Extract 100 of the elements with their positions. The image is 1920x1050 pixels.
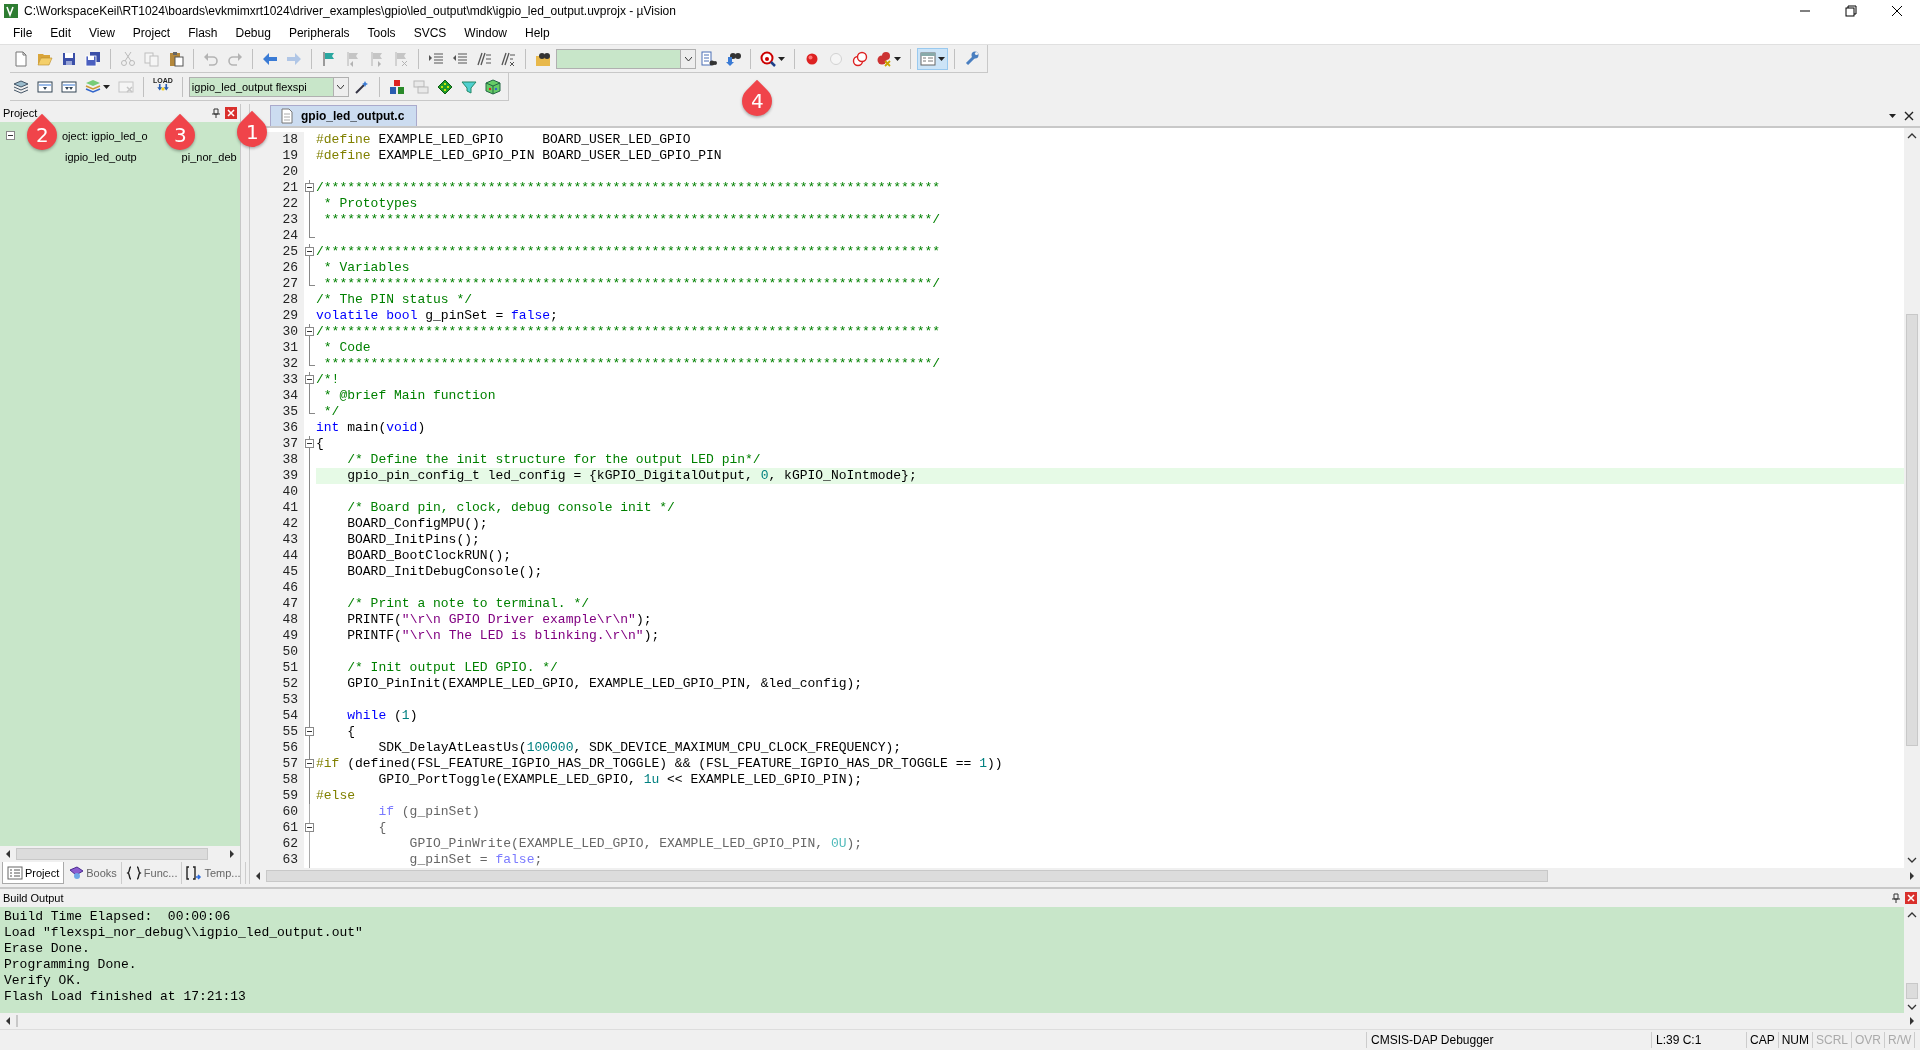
menu-item[interactable]: File xyxy=(4,24,42,42)
line-number: 55 xyxy=(250,724,304,740)
line-number: 45 xyxy=(250,564,304,580)
menu-item[interactable]: Peripherals xyxy=(279,24,359,42)
code-line: /* Board pin, clock, debug console init */ xyxy=(346,500,676,516)
menu-item[interactable]: Flash xyxy=(179,24,227,42)
line-number: 49 xyxy=(250,628,304,644)
line-number: 25 xyxy=(250,244,304,260)
menu-item[interactable]: View xyxy=(80,24,124,42)
code-line: { xyxy=(316,436,325,452)
status-indicator: CAP xyxy=(1747,1032,1779,1048)
status-indicator: OVR xyxy=(1852,1032,1886,1048)
right-arrow-icon xyxy=(286,50,302,67)
close-icon[interactable] xyxy=(1889,3,1905,19)
book-icon xyxy=(68,865,85,881)
redo-icon xyxy=(227,50,243,67)
line-number: 36 xyxy=(250,420,304,436)
line-number: 44 xyxy=(250,548,304,564)
chevron-down-icon xyxy=(684,56,692,61)
list-icon xyxy=(7,864,23,881)
status-indicator: NUM xyxy=(1778,1032,1813,1048)
panel-tab[interactable]: Temp... xyxy=(182,862,246,884)
debug-magnifier-icon xyxy=(760,50,776,67)
collapse-icon[interactable] xyxy=(305,247,314,256)
line-number: 31 xyxy=(250,340,304,356)
output-line: Build Time Elapsed: 00:00:06 xyxy=(4,909,232,925)
comment-lines-icon xyxy=(476,50,492,67)
editor-tab[interactable]: gpio_led_output.c xyxy=(270,105,418,126)
line-number: 56 xyxy=(250,740,304,756)
code-line: { xyxy=(346,724,356,740)
target-dropdown[interactable]: igpio_led_output flexspi xyxy=(188,76,349,97)
document-binoculars-icon xyxy=(701,50,717,67)
code-line: #if (defined(FSL_FEATURE_IGPIO_HAS_DR_TOGGLE) && (FSL_FEATURE_IGPIO_HAS_DR_TOGGLE == 1)) xyxy=(316,756,1004,772)
code-line: * Prototypes xyxy=(322,196,419,212)
collapse-icon[interactable] xyxy=(305,327,314,336)
cursor-position: L:39 C:1 xyxy=(1652,1032,1747,1048)
chevron-down-icon xyxy=(337,84,345,89)
line-number: 48 xyxy=(250,612,304,628)
panel-tab[interactable]: Books xyxy=(64,862,122,884)
code-line: ******************************************************************************/ xyxy=(322,276,942,292)
line-number: 38 xyxy=(250,452,304,468)
menu-item[interactable]: Project xyxy=(123,24,180,42)
window-icon xyxy=(920,50,936,67)
line-number: 20 xyxy=(250,164,304,180)
panel-tab[interactable]: Func... xyxy=(121,862,183,884)
scissors-icon xyxy=(120,50,136,67)
line-number: 46 xyxy=(250,580,304,596)
line-number: 61 xyxy=(250,820,304,836)
collapse-icon[interactable] xyxy=(305,183,314,192)
code-line: if (g_pinSet) xyxy=(377,804,481,820)
unindent-icon xyxy=(452,50,468,67)
flag-icon xyxy=(393,50,409,67)
line-number: 57 xyxy=(250,756,304,772)
code-line: /******************************************************************************* xyxy=(316,180,942,196)
code-line: #define EXAMPLE_LED_GPIO BOARD_USER_LED_GPIO xyxy=(316,132,692,148)
pin-icon[interactable] xyxy=(211,108,221,118)
build-icon xyxy=(37,78,53,95)
menu-item[interactable]: Help xyxy=(516,24,559,42)
circles-icon xyxy=(852,50,868,67)
menu-item[interactable]: Debug xyxy=(226,24,280,42)
menu-item[interactable]: Tools xyxy=(358,24,405,42)
collapse-icon[interactable] xyxy=(6,131,15,140)
collapse-icon[interactable] xyxy=(305,823,314,832)
close-icon[interactable] xyxy=(1904,111,1914,121)
code-line: /******************************************************************************* xyxy=(316,244,942,260)
code-line: BOARD_BootClockRUN(); xyxy=(346,548,513,564)
line-number: 54 xyxy=(250,708,304,724)
indent-icon xyxy=(428,50,444,67)
line-number: 29 xyxy=(250,308,304,324)
tree-item[interactable]: oject: igpio_led_o xyxy=(62,129,148,142)
caret-icon[interactable] xyxy=(1889,114,1896,118)
tree-item[interactable]: igpio_led_outp xyxy=(65,150,137,163)
line-number: 42 xyxy=(250,516,304,532)
pin-icon[interactable] xyxy=(1891,893,1901,903)
status-text: CMSIS-DAP Debugger xyxy=(1367,1032,1652,1048)
stop-build-icon xyxy=(118,78,134,95)
stacked-windows-icon xyxy=(412,78,429,95)
panel-tab[interactable]: Project xyxy=(2,862,65,884)
line-number: 50 xyxy=(250,644,304,660)
funnel-icon xyxy=(460,78,477,95)
restore-icon[interactable] xyxy=(1843,3,1859,19)
wrench-icon xyxy=(964,50,980,67)
save-all-icon xyxy=(85,50,101,67)
code-line: * @brief Main function xyxy=(322,388,497,404)
collapse-icon[interactable] xyxy=(305,727,314,736)
output-line: Load "flexspi_nor_debug\\igpio_led_output.out" xyxy=(4,925,364,941)
collapse-icon[interactable] xyxy=(305,439,314,448)
code-line: /* Print a note to terminal. */ xyxy=(346,596,591,612)
line-number: 51 xyxy=(250,660,304,676)
code-line: int main(void) xyxy=(316,420,427,436)
flag-icon xyxy=(369,50,385,67)
line-number: 27 xyxy=(250,276,304,292)
output-line: Programming Done. xyxy=(4,957,138,973)
collapse-icon[interactable] xyxy=(305,375,314,384)
app-icon xyxy=(4,4,18,18)
collapse-icon[interactable] xyxy=(305,759,314,768)
menu-item[interactable]: SVCS xyxy=(404,24,456,42)
code-line: GPIO_PinWrite(EXAMPLE_LED_GPIO, EXAMPLE_LED_GPIO_PIN, 0U); xyxy=(408,836,864,852)
menu-item[interactable]: Edit xyxy=(41,24,81,42)
menu-item[interactable]: Window xyxy=(455,24,516,42)
